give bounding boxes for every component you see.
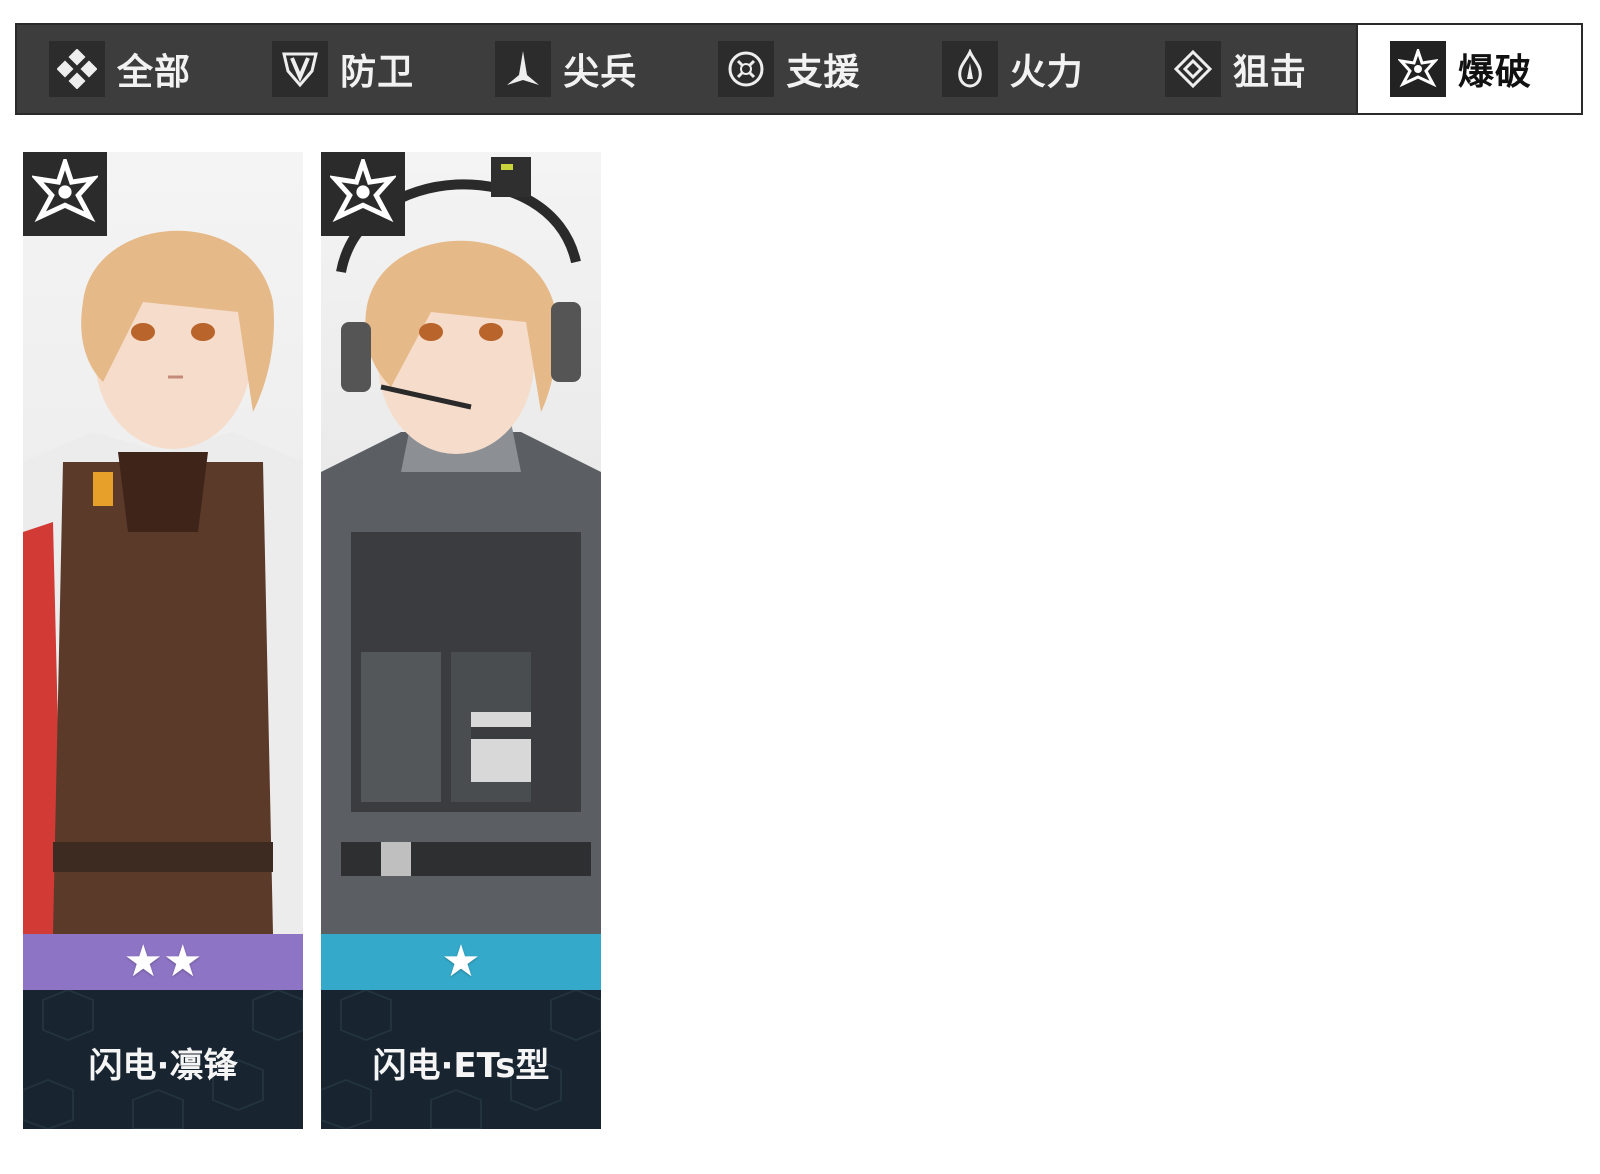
demolition-icon	[30, 154, 100, 229]
tab-defense[interactable]: 防卫	[240, 25, 463, 113]
tab-demolition[interactable]: 爆破	[1355, 23, 1583, 115]
all-icon	[49, 41, 105, 97]
character-card[interactable]: ★★ 闪电·凛锋	[23, 152, 303, 1129]
character-card-list: ★★ 闪电·凛锋 ★ 闪电·ETs型	[23, 152, 601, 1129]
rarity-band: ★★	[23, 934, 303, 990]
tab-label: 尖兵	[563, 52, 638, 93]
tab-label: 火力	[1009, 52, 1084, 93]
demolition-icon	[1389, 41, 1446, 97]
character-name: 闪电·凛锋	[88, 1046, 238, 1086]
tab-label: 支援	[786, 52, 861, 93]
tab-vanguard[interactable]: 尖兵	[463, 25, 686, 113]
character-portrait	[321, 152, 601, 934]
sniper-icon	[1164, 41, 1221, 97]
rarity-band: ★	[321, 934, 601, 990]
tab-sniper[interactable]: 狙击	[1133, 25, 1356, 113]
class-badge	[23, 152, 107, 236]
tab-label: 防卫	[340, 52, 415, 93]
character-card[interactable]: ★ 闪电·ETs型	[321, 152, 601, 1129]
tab-support[interactable]: 支援	[686, 25, 909, 113]
rarity-stars: ★★	[123, 936, 203, 987]
tab-label: 爆破	[1457, 52, 1532, 93]
name-panel: 闪电·ETs型	[321, 990, 601, 1129]
demolition-icon	[328, 154, 398, 229]
character-name: 闪电·ETs型	[372, 1046, 550, 1086]
rarity-stars: ★	[441, 936, 481, 987]
tab-firepower[interactable]: 火力	[910, 25, 1133, 113]
class-badge	[321, 152, 405, 236]
firepower-icon	[941, 41, 998, 97]
tab-label: 狙击	[1232, 52, 1307, 93]
character-portrait	[23, 152, 303, 934]
defense-icon	[272, 41, 329, 97]
class-filter-tabbar: 全部 防卫 尖兵 支援 火力 狙击 爆破	[15, 23, 1583, 115]
name-panel: 闪电·凛锋	[23, 990, 303, 1129]
tab-label: 全部	[117, 52, 192, 93]
support-icon	[718, 41, 775, 97]
vanguard-icon	[495, 41, 552, 97]
tab-all[interactable]: 全部	[17, 25, 240, 113]
